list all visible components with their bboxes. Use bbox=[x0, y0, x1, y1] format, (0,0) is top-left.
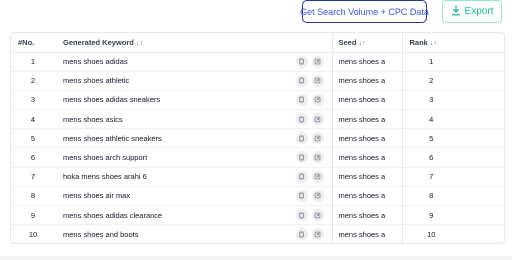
copy-icon[interactable] bbox=[295, 209, 308, 221]
keyword-text: mens shoes adidas sneakers bbox=[63, 95, 161, 105]
sort-icon[interactable]: ↓↑ bbox=[430, 40, 437, 47]
seed-cell: mens shoes a bbox=[332, 109, 403, 129]
keyword-text: mens shoes arch support bbox=[63, 153, 148, 163]
external-link-icon[interactable] bbox=[311, 209, 324, 221]
external-link-icon[interactable] bbox=[311, 228, 324, 241]
keyword-cell: mens shoes adidas bbox=[55, 52, 333, 72]
export-button[interactable]: Export bbox=[442, 0, 502, 23]
sort-icon[interactable]: ↓↑ bbox=[358, 40, 365, 47]
keyword-cell: mens shoes athletic sneakers bbox=[55, 128, 333, 148]
keyword-text: mens shoes athletic sneakers bbox=[63, 133, 162, 143]
rank-cell: 7 bbox=[402, 166, 504, 187]
row-number: 9 bbox=[11, 204, 55, 225]
row-number: 7 bbox=[11, 166, 55, 187]
keyword-cell: mens shoes asics bbox=[55, 109, 333, 129]
header-rank[interactable]: Rank ↓↑ bbox=[402, 33, 504, 53]
keyword-cell: mens shoes adidas sneakers bbox=[55, 89, 333, 110]
external-link-icon[interactable] bbox=[311, 93, 324, 106]
table-header-row: #No. Generated Keyword ↓↑ Seed ↓↑ Rank ↓↑ bbox=[11, 33, 504, 53]
table-row: 7 hoka mens shoes arahi 6 mens shoes a7 bbox=[11, 166, 504, 187]
external-link-icon[interactable] bbox=[311, 132, 324, 145]
table-row: 3 mens shoes adidas sneakers mens shoes a3 bbox=[11, 89, 504, 110]
copy-icon[interactable] bbox=[295, 189, 308, 202]
keyword-text: hoka mens shoes arahi 6 bbox=[63, 172, 147, 182]
export-label: Export bbox=[464, 6, 494, 17]
table-row: 2 mens shoes athletic mens shoes a2 bbox=[11, 70, 504, 91]
rank-cell: 6 bbox=[402, 147, 504, 168]
rank-cell: 3 bbox=[402, 89, 504, 110]
rank-cell: 5 bbox=[402, 128, 504, 148]
keyword-text: mens shoes athletic bbox=[63, 76, 130, 86]
copy-icon[interactable] bbox=[295, 151, 308, 164]
row-number: 8 bbox=[11, 185, 55, 206]
table-row: 9 mens shoes adidas clearance mens shoes a… bbox=[11, 204, 504, 225]
external-link-icon[interactable] bbox=[311, 170, 324, 183]
keyword-text: mens shoes adidas clearance bbox=[63, 210, 163, 220]
keyword-cell: mens shoes air max bbox=[55, 185, 333, 206]
keyword-cell: mens shoes arch support bbox=[55, 147, 333, 168]
copy-icon[interactable] bbox=[295, 132, 308, 145]
table-row: 1 mens shoes adidas mens shoes a 1 bbox=[11, 52, 504, 72]
header-keyword[interactable]: Generated Keyword ↓↑ bbox=[55, 33, 333, 53]
rank-cell: 10 bbox=[402, 224, 504, 243]
seed-cell: mens shoes a bbox=[332, 147, 403, 168]
row-number: 2 bbox=[11, 70, 55, 91]
seed-cell: mens shoes a bbox=[332, 224, 403, 243]
seed-cell: mens shoes a bbox=[332, 89, 403, 110]
row-number: 10 bbox=[11, 224, 55, 243]
header-no: #No. bbox=[11, 33, 55, 53]
table-row: 8 mens shoes air max mens shoes a8 bbox=[11, 185, 504, 206]
keyword-text: mens shoes adidas bbox=[63, 57, 128, 67]
keywords-table: #No. Generated Keyword ↓↑ Seed ↓↑ Rank ↓↑ 1… bbox=[10, 32, 505, 244]
copy-icon[interactable] bbox=[295, 55, 308, 68]
rank-cell: 9 bbox=[402, 204, 504, 225]
sort-icon[interactable]: ↓↑ bbox=[136, 40, 143, 47]
row-number: 6 bbox=[11, 147, 55, 168]
copy-icon[interactable] bbox=[295, 93, 308, 106]
seed-cell: mens shoes a bbox=[332, 52, 403, 72]
keyword-cell: mens shoes and boots bbox=[55, 224, 333, 243]
seed-cell: mens shoes a bbox=[332, 185, 403, 206]
rank-cell: 8 bbox=[402, 185, 504, 206]
download-icon bbox=[451, 5, 461, 19]
row-number: 1 bbox=[30, 57, 36, 67]
keyword-text: mens shoes asics bbox=[63, 114, 123, 124]
toolbar: Get Search Volume + CPC Data Export bbox=[0, 0, 512, 26]
table-row: 4 mens shoes asics mens shoes a4 bbox=[11, 109, 504, 129]
external-link-icon[interactable] bbox=[311, 113, 324, 126]
copy-icon[interactable] bbox=[295, 170, 308, 183]
copy-icon[interactable] bbox=[295, 228, 308, 241]
rank-cell: 4 bbox=[402, 109, 504, 129]
get-search-volume-button[interactable]: Get Search Volume + CPC Data bbox=[300, 0, 429, 23]
copy-icon[interactable] bbox=[295, 74, 308, 87]
rank-cell: 2 bbox=[402, 70, 504, 91]
external-link-icon[interactable] bbox=[311, 189, 324, 202]
page-footer-strip bbox=[0, 256, 512, 260]
external-link-icon[interactable] bbox=[311, 151, 324, 164]
row-number: 5 bbox=[11, 128, 55, 148]
seed-cell: mens shoes a bbox=[332, 166, 403, 187]
table-row: 10 mens shoes and boots mens shoes a 10 bbox=[11, 224, 504, 243]
table-row: 5 mens shoes athletic sneakers mens shoes … bbox=[11, 128, 504, 148]
external-link-icon[interactable] bbox=[311, 74, 324, 87]
keyword-text: mens shoes and boots bbox=[63, 230, 139, 240]
seed-cell: mens shoes a bbox=[332, 204, 403, 225]
seed-cell: mens shoes a bbox=[332, 70, 403, 91]
keyword-cell: mens shoes athletic bbox=[55, 70, 333, 91]
keyword-cell: mens shoes adidas clearance bbox=[55, 204, 333, 225]
rank-cell: 1 bbox=[429, 57, 434, 67]
keyword-text: mens shoes air max bbox=[63, 191, 131, 201]
row-number: 3 bbox=[11, 89, 55, 110]
header-seed[interactable]: Seed ↓↑ bbox=[332, 33, 403, 53]
table-row: 6 mens shoes arch support mens shoes a6 bbox=[11, 147, 504, 168]
copy-icon[interactable] bbox=[295, 113, 308, 126]
keyword-cell: hoka mens shoes arahi 6 bbox=[55, 166, 333, 187]
external-link-icon[interactable] bbox=[311, 55, 324, 68]
row-number: 4 bbox=[11, 109, 55, 129]
seed-cell: mens shoes a bbox=[332, 128, 403, 148]
